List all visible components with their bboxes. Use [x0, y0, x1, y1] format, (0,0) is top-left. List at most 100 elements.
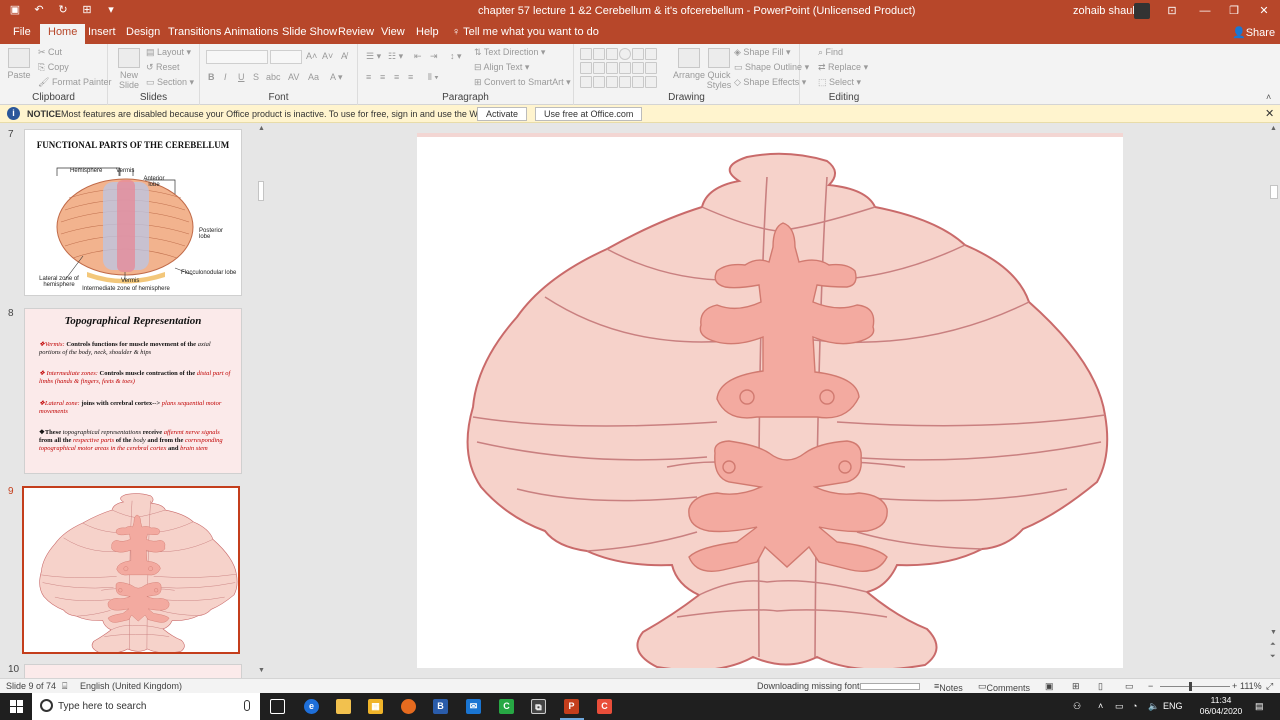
zoom-slider[interactable] — [1160, 686, 1230, 687]
numbering-icon[interactable]: ☷ ▾ — [388, 51, 403, 62]
ribbon-display-options-icon[interactable]: ⊡ — [1164, 3, 1180, 19]
zoom-slider-knob[interactable] — [1189, 682, 1192, 691]
task-view-icon[interactable] — [270, 699, 285, 714]
shadow-button[interactable]: abc — [266, 72, 281, 82]
tab-home[interactable]: Home — [40, 24, 86, 44]
use-free-button[interactable]: Use free at Office.com — [535, 107, 643, 121]
line-spacing-icon[interactable]: ↕ ▾ — [450, 51, 462, 62]
slide-show-icon[interactable]: ▭ — [1125, 681, 1134, 692]
camtasia-icon[interactable]: C — [499, 699, 514, 714]
restore-icon[interactable]: ❐ — [1226, 3, 1242, 19]
copy-button[interactable]: ⎘ Copy — [38, 62, 69, 73]
shape-arrow-icon[interactable] — [580, 62, 592, 74]
shape-brace-icon[interactable] — [632, 76, 644, 88]
format-painter-button[interactable]: 🖌 Format Painter — [38, 77, 111, 88]
justify-icon[interactable]: ≡ — [408, 72, 413, 82]
bullets-icon[interactable]: ☰ ▾ — [366, 51, 381, 62]
language-indicator[interactable]: ENG — [1163, 701, 1183, 711]
scroll-up-icon[interactable]: ▲ — [258, 125, 265, 132]
scroll-up-icon[interactable]: ▲ — [1270, 125, 1277, 132]
store-icon[interactable]: ▦ — [368, 699, 383, 714]
slide-thumbnail-9[interactable] — [22, 486, 240, 654]
new-slide-button[interactable]: New Slide — [116, 48, 142, 90]
clock[interactable]: 11:34 06/04/2020 — [1196, 695, 1246, 717]
shape-brace-icon[interactable] — [619, 76, 631, 88]
normal-view-icon[interactable]: ▣ — [1045, 681, 1054, 692]
activate-button[interactable]: Activate — [477, 107, 528, 121]
tab-help[interactable]: Help — [416, 26, 439, 38]
shape-outline-button[interactable]: ▭ Shape Outline ▾ — [734, 62, 809, 73]
font-color-icon[interactable]: A ▾ — [330, 72, 343, 83]
section-button[interactable]: ▭ Section ▾ — [146, 77, 194, 88]
clear-formatting-icon[interactable]: A̸ — [341, 51, 347, 61]
current-slide-9[interactable] — [417, 133, 1123, 668]
undo-icon[interactable]: ↶ — [32, 3, 46, 17]
screen-tool-icon[interactable]: ⧉ — [531, 699, 546, 714]
font-size-select[interactable] — [270, 50, 302, 64]
align-center-icon[interactable]: ≡ — [380, 72, 385, 82]
slide-sorter-icon[interactable]: ⊞ — [1072, 681, 1080, 692]
shape-brace-icon[interactable] — [645, 62, 657, 74]
fit-slide-icon[interactable]: ⤢ — [1266, 681, 1273, 692]
wifi-icon[interactable]: ◔ — [1132, 701, 1137, 711]
zoom-out-icon[interactable]: − — [1148, 681, 1153, 691]
next-slide-icon[interactable]: ⏷ — [1270, 653, 1276, 661]
previous-slide-icon[interactable]: ⏶ — [1270, 641, 1276, 649]
notes-button[interactable]: ≡ Notes — [934, 681, 963, 693]
spelling-icon[interactable]: ⌸ — [62, 681, 67, 692]
firefox-icon[interactable] — [401, 699, 416, 714]
start-from-beginning-icon[interactable]: ⊞ — [80, 3, 94, 17]
close-notice-icon[interactable]: ✕ — [1265, 107, 1274, 120]
slide-editor[interactable] — [268, 123, 1268, 678]
tab-transitions[interactable]: Transitions — [168, 26, 221, 38]
shape-triangle-icon[interactable] — [593, 62, 605, 74]
shape-fill-button[interactable]: ◈ Shape Fill ▾ — [734, 47, 790, 58]
shape-curve-icon[interactable] — [580, 76, 592, 88]
grow-font-icon[interactable]: A˄ — [306, 51, 317, 61]
find-button[interactable]: ⌕ Find — [818, 47, 843, 58]
shape-line-icon[interactable] — [593, 48, 605, 60]
change-case-icon[interactable]: Aa — [308, 72, 319, 82]
increase-indent-icon[interactable]: ⇥ — [430, 51, 438, 62]
notifications-icon[interactable]: ▤ — [1255, 701, 1264, 712]
reset-button[interactable]: ↺ Reset — [146, 62, 180, 73]
layout-button[interactable]: ▤ Layout ▾ — [146, 47, 191, 58]
scrollbar-thumb[interactable] — [1270, 185, 1278, 199]
b-app-icon[interactable]: B — [433, 699, 448, 714]
people-icon[interactable]: ⚇ — [1073, 701, 1081, 712]
strikethrough-button[interactable]: S — [253, 72, 259, 82]
columns-icon[interactable]: ⫴ ▾ — [428, 72, 439, 83]
editor-scrollbar[interactable]: ▲ ▼ ⏶ ⏷ — [1268, 123, 1280, 678]
microphone-icon[interactable] — [244, 700, 250, 711]
language[interactable]: English (United Kingdom) — [80, 681, 182, 691]
tab-view[interactable]: View — [381, 26, 405, 38]
scroll-down-icon[interactable]: ▼ — [1270, 629, 1277, 636]
file-explorer-icon[interactable] — [336, 699, 351, 714]
close-icon[interactable]: ✕ — [1256, 3, 1272, 19]
underline-button[interactable]: U — [238, 72, 245, 82]
character-spacing-icon[interactable]: AV — [288, 72, 299, 82]
network-icon[interactable]: ▭ — [1115, 701, 1124, 712]
replace-button[interactable]: ⇄ Replace ▾ — [818, 62, 868, 73]
arrange-button[interactable]: Arrange — [672, 48, 706, 80]
shape-effects-button[interactable]: ◇ Shape Effects ▾ — [734, 77, 806, 88]
shape-block-arrow-icon[interactable] — [619, 62, 631, 74]
thumbnails-scrollbar[interactable]: ▲ ▼ — [256, 123, 266, 678]
tab-slide-show[interactable]: Slide Show — [282, 26, 337, 38]
windows-start-icon[interactable] — [10, 700, 23, 713]
align-right-icon[interactable]: ≡ — [394, 72, 399, 82]
slide-thumbnail-7[interactable]: FUNCTIONAL PARTS OF THE CEREBELLUM Hemis… — [24, 129, 242, 296]
zoom-in-icon[interactable]: + — [1232, 681, 1237, 691]
taskbar-search[interactable]: Type here to search — [32, 693, 260, 720]
slide-thumbnails-pane[interactable]: 7 FUNCTIONAL PARTS OF THE CEREBELLUM Hem… — [0, 123, 268, 678]
collapse-ribbon-icon[interactable]: ˄ — [1266, 92, 1271, 102]
paste-button[interactable]: Paste — [6, 48, 32, 80]
save-icon[interactable]: ▣ — [8, 3, 22, 17]
scrollbar-thumb[interactable] — [258, 181, 264, 201]
slide-thumbnail-10[interactable] — [24, 664, 242, 678]
italic-button[interactable]: I — [224, 72, 227, 82]
edge-browser-icon[interactable]: e — [304, 699, 319, 714]
reading-view-icon[interactable]: ▯ — [1098, 681, 1103, 692]
tell-me-box[interactable]: ♀ Tell me what you want to do — [452, 26, 599, 38]
shape-oval-icon[interactable] — [619, 48, 631, 60]
